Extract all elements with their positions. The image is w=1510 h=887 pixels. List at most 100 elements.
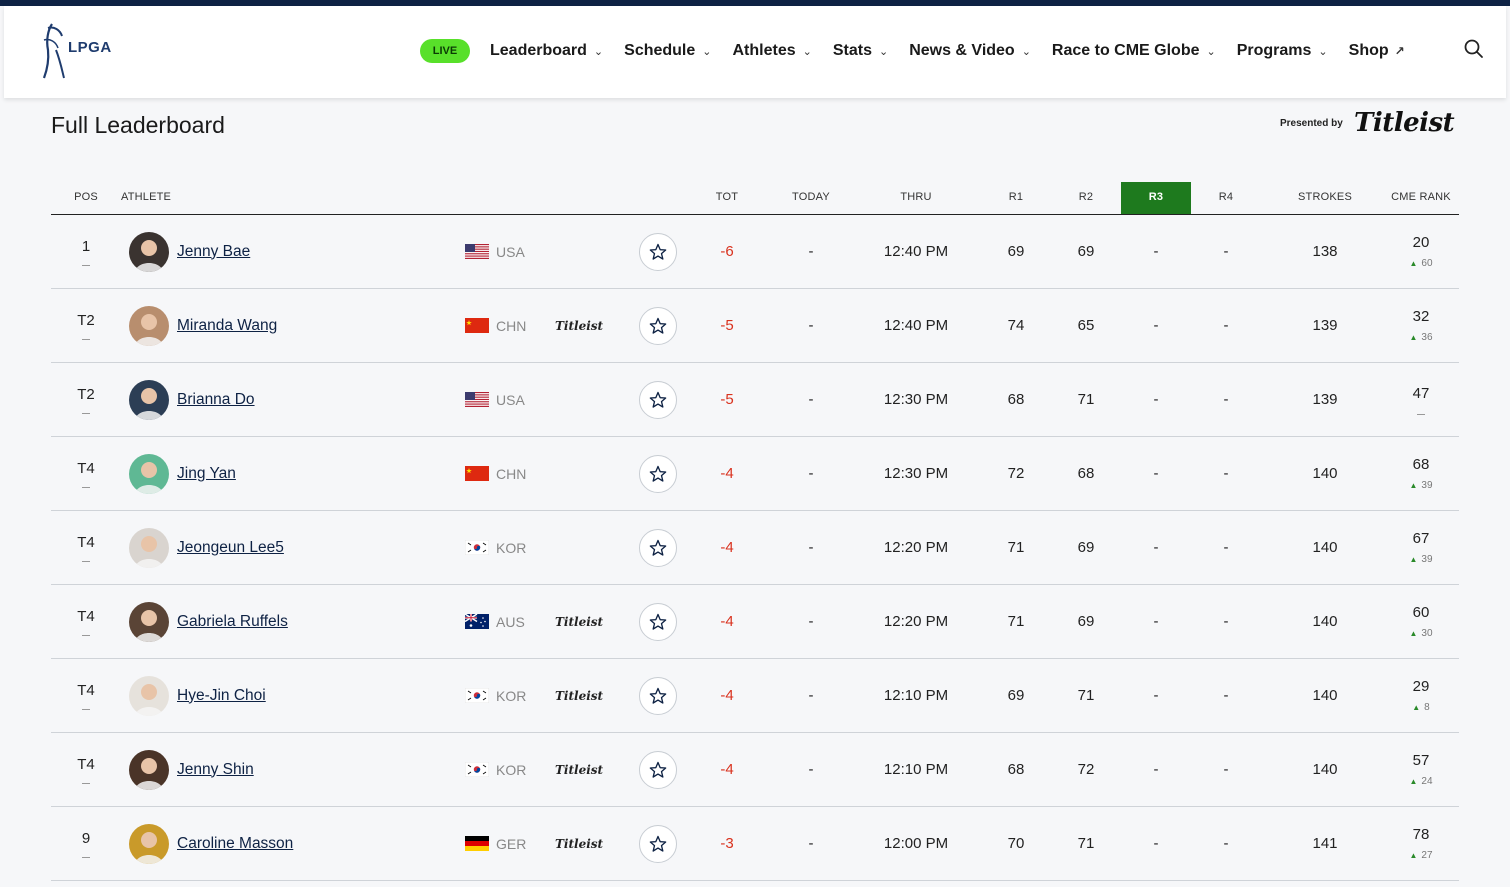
round-4-score: -: [1223, 835, 1229, 852]
titleist-sponsor-logo: Titleist: [555, 762, 604, 777]
round-4-score: -: [1223, 391, 1229, 408]
table-row[interactable]: 1 Jenny Bae USA -6 - 12:40 PM 69 69 - - 138 20 ▲ 60: [51, 215, 1459, 289]
page-title: Full Leaderboard: [51, 112, 225, 138]
round-4-score: -: [1223, 761, 1229, 778]
avatar[interactable]: [129, 232, 169, 272]
nav-leaderboard[interactable]: Leaderboard ⌄: [490, 42, 603, 60]
athlete-name-link[interactable]: Brianna Do: [177, 363, 255, 436]
table-row[interactable]: 9 Caroline Masson GER Titleist -3 - 12:00 PM 70…: [51, 807, 1459, 881]
avatar[interactable]: [129, 380, 169, 420]
cme-movement: ▲ 60: [1409, 258, 1432, 269]
col-tot[interactable]: TOT: [692, 182, 762, 214]
presented-by-label: Presented by: [1280, 118, 1343, 129]
arrow-up-icon: ▲: [1409, 555, 1418, 564]
cme-movement: ▲ 8: [1412, 702, 1429, 713]
cme-move-value: 24: [1421, 776, 1433, 787]
col-athlete[interactable]: ATHLETE: [121, 182, 181, 214]
avatar[interactable]: [129, 750, 169, 790]
table-row[interactable]: T4 Hye-Jin Choi KOR Titleist -4 - 12:10 PM 69 71…: [51, 659, 1459, 733]
favorite-star-button[interactable]: [639, 455, 677, 493]
table-row[interactable]: T4 Jeongeun Lee5 KOR -4 - 12:20 PM 71 69 - - 140 67…: [51, 511, 1459, 585]
position-change-dash: [82, 856, 90, 858]
table-row[interactable]: T4 Gabriela Ruffels AUS Titleist -4 - 12:20 PM…: [51, 585, 1459, 659]
round-3-score: -: [1153, 835, 1159, 852]
position-cell: T4: [51, 733, 121, 806]
cme-rank: 20: [1412, 234, 1430, 251]
athlete-name-link[interactable]: Jenny Shin: [177, 733, 254, 806]
col-r1[interactable]: R1: [981, 182, 1051, 214]
favorite-star-button[interactable]: [639, 307, 677, 345]
total-strokes: 139: [1312, 317, 1338, 334]
chevron-down-icon: ⌄: [878, 45, 889, 58]
cme-rank-cell: 32 ▲ 36: [1383, 289, 1459, 362]
cme-rank: 29: [1412, 678, 1430, 695]
col-today[interactable]: TODAY: [776, 182, 846, 214]
avatar[interactable]: [129, 454, 169, 494]
table-row[interactable]: T4 Jing Yan CHN -4 - 12:30 PM 72 68 - - 140 68 ▲ 39: [51, 437, 1459, 511]
search-icon[interactable]: [1462, 37, 1486, 61]
favorite-star-button[interactable]: [639, 603, 677, 641]
round-2-score: 65: [1077, 317, 1095, 334]
favorite-star-button[interactable]: [639, 751, 677, 789]
table-row[interactable]: T2 Miranda Wang CHN Titleist -5 - 12:40 PM 74 65…: [51, 289, 1459, 363]
col-cme-rank[interactable]: CME RANK: [1383, 182, 1459, 214]
favorite-star-button[interactable]: [639, 529, 677, 567]
position-cell: T4: [51, 585, 121, 658]
country-code: CHN: [496, 465, 527, 482]
athlete-name-link[interactable]: Gabriela Ruffels: [177, 585, 288, 658]
nav-programs[interactable]: Programs ⌄: [1237, 42, 1328, 60]
col-pos[interactable]: POS: [51, 182, 121, 214]
nav-shop[interactable]: Shop ↗: [1349, 42, 1405, 60]
favorite-star-button[interactable]: [639, 825, 677, 863]
today-score: -: [808, 835, 814, 852]
avatar[interactable]: [129, 528, 169, 568]
total-score: -5: [720, 317, 734, 334]
avatar[interactable]: [129, 824, 169, 864]
col-strokes[interactable]: STROKES: [1285, 182, 1365, 214]
athlete-name-link[interactable]: Miranda Wang: [177, 289, 277, 362]
athlete-name-link[interactable]: Jenny Bae: [177, 215, 250, 288]
total-score: -3: [720, 835, 734, 852]
nav-label: Stats: [832, 42, 872, 59]
position-change-dash: [82, 338, 90, 340]
leaderboard-table: POS ATHLETE TOT TODAY THRU R1 R2 R3 R4 S…: [51, 182, 1459, 881]
athlete-name-link[interactable]: Jeongeun Lee5: [177, 511, 284, 584]
favorite-star-button[interactable]: [639, 381, 677, 419]
col-r4[interactable]: R4: [1191, 182, 1261, 214]
round-3-score: -: [1153, 317, 1159, 334]
col-r3[interactable]: R3: [1121, 182, 1191, 214]
favorite-star-button[interactable]: [639, 233, 677, 271]
cme-rank-cell: 78 ▲ 27: [1383, 807, 1459, 880]
avatar[interactable]: [129, 306, 169, 346]
thru-time: 12:40 PM: [883, 243, 949, 260]
arrow-up-icon: ▲: [1409, 851, 1418, 860]
live-badge[interactable]: LIVE: [420, 39, 470, 63]
avatar[interactable]: [129, 602, 169, 642]
table-row[interactable]: T4 Jenny Shin KOR Titleist -4 - 12:10 PM 68 72 - -…: [51, 733, 1459, 807]
flag-icon: [465, 466, 489, 481]
position: T4: [77, 533, 95, 551]
nav-athletes[interactable]: Athletes ⌄: [733, 42, 812, 60]
nav-news-video[interactable]: News & Video ⌄: [909, 42, 1031, 60]
nav-schedule[interactable]: Schedule ⌄: [624, 42, 711, 60]
flag-icon: [465, 836, 489, 851]
arrow-up-icon: ▲: [1409, 333, 1418, 342]
cme-move-value: 27: [1421, 850, 1433, 861]
star-icon: [648, 316, 668, 336]
nav-race-to-cme-globe[interactable]: Race to CME Globe ⌄: [1052, 42, 1216, 60]
athlete-name-link[interactable]: Hye-Jin Choi: [177, 659, 266, 732]
position-change-dash: [82, 708, 90, 710]
cme-rank-cell: 29 ▲ 8: [1383, 659, 1459, 732]
athlete-name-link[interactable]: Caroline Masson: [177, 807, 293, 880]
col-r2[interactable]: R2: [1051, 182, 1121, 214]
favorite-star-button[interactable]: [639, 677, 677, 715]
athlete-name-link[interactable]: Jing Yan: [177, 437, 236, 510]
nav-stats[interactable]: Stats ⌄: [833, 42, 888, 60]
cme-movement: ▲ 39: [1409, 554, 1432, 565]
cme-rank-cell: 20 ▲ 60: [1383, 215, 1459, 288]
thru-time: 12:30 PM: [883, 465, 949, 482]
col-thru[interactable]: THRU: [866, 182, 966, 214]
round-1-score: 69: [1007, 687, 1025, 704]
avatar[interactable]: [129, 676, 169, 716]
table-row[interactable]: T2 Brianna Do USA -5 - 12:30 PM 68 71 - - 139 47: [51, 363, 1459, 437]
